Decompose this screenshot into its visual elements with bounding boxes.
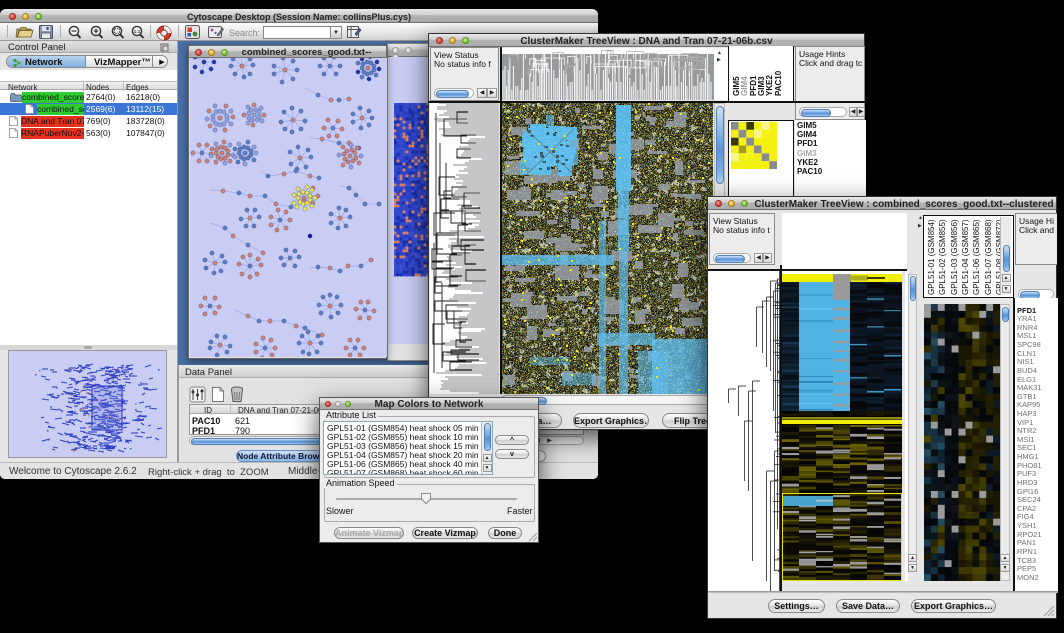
- svg-text:1:1: 1:1: [134, 29, 141, 34]
